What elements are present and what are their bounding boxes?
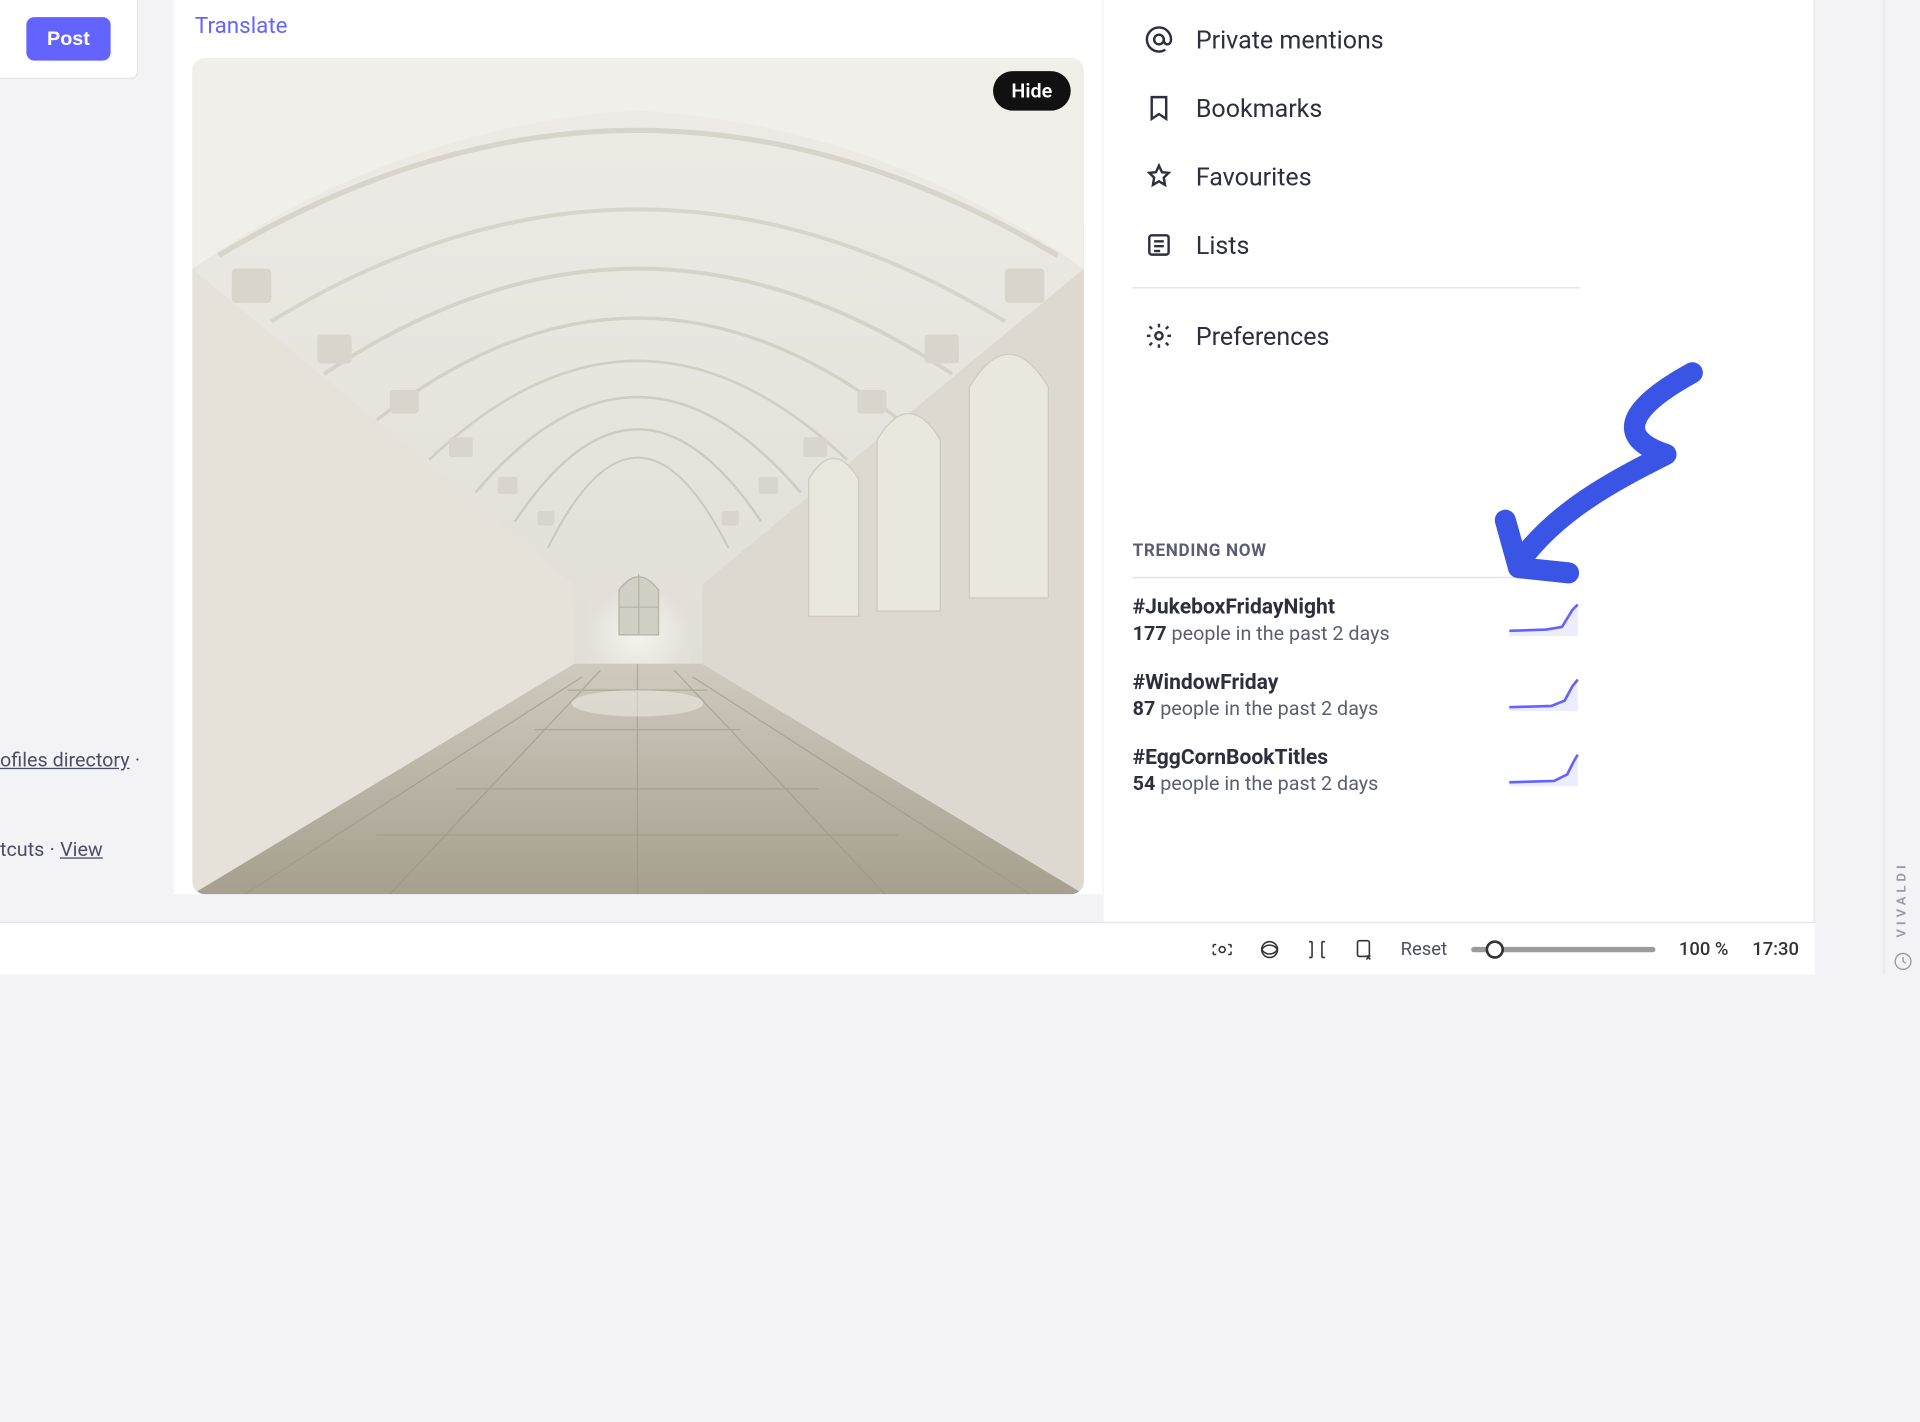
post-column: Translate [174,0,1102,894]
trending-count: 87 [1133,697,1156,721]
hide-media-button[interactable]: Hide [993,71,1071,111]
trending-title: TRENDING NOW [1133,528,1581,578]
sparkline-icon [1507,601,1581,638]
nav-label: Private mentions [1196,24,1384,54]
compose-rail: Post [0,0,138,79]
nav-favourites[interactable]: Favourites [1133,142,1786,210]
nav-label: Lists [1196,230,1250,260]
nav-private-mentions[interactable]: Private mentions [1133,5,1786,73]
star-icon [1143,161,1175,193]
profiles-directory-link[interactable]: ofiles directory [0,748,130,772]
trending-item[interactable]: #EggCornBookTitles 54 people in the past… [1133,728,1581,803]
trending-item[interactable]: #JukeboxFridayNight 177 people in the pa… [1133,578,1581,653]
page-gutter [0,975,1920,1080]
trending-tag: #JukeboxFridayNight [1133,594,1390,619]
trending-section: TRENDING NOW #JukeboxFridayNight 177 peo… [1133,528,1581,803]
at-icon [1143,24,1175,56]
vivaldi-label: VIVALDI [1895,861,1909,937]
trending-sub: people in the past 2 days [1160,772,1378,796]
page-actions-icon[interactable] [1351,936,1377,962]
gear-icon [1143,320,1175,352]
footer-links-2: tcuts·View [0,838,158,862]
trending-sub: people in the past 2 days [1160,697,1378,721]
post-button[interactable]: Post [26,17,111,60]
bookmark-icon [1143,92,1175,124]
post-image[interactable]: Hide [192,58,1084,894]
clock-icon[interactable] [1892,951,1913,977]
sparkline-icon [1507,676,1581,713]
zoom-value: 100 % [1679,938,1729,959]
nav-label: Favourites [1196,161,1312,191]
browser-statusbar: Reset 100 % 17:30 [0,922,1815,975]
nav-bookmarks[interactable]: Bookmarks [1133,74,1786,142]
navigation-column: Private mentions Bookmarks Favourites Li… [1104,0,1815,922]
nav-lists[interactable]: Lists [1133,211,1786,279]
footer-links-1: ofiles directory· [0,748,158,772]
tiling-icon[interactable] [1256,936,1282,962]
content-right-border [1802,0,1815,922]
zoom-reset-button[interactable]: Reset [1401,938,1447,959]
capture-icon[interactable] [1208,936,1234,962]
sparkline-icon [1507,751,1581,788]
trending-item[interactable]: #WindowFriday 87 people in the past 2 da… [1133,653,1581,728]
nav-divider [1133,287,1581,288]
image-toggle-icon[interactable] [1303,936,1329,962]
zoom-slider-thumb[interactable] [1485,940,1503,958]
trending-tag: #WindowFriday [1133,669,1379,694]
statusbar-clock: 17:30 [1752,938,1799,959]
list-icon [1143,229,1175,261]
translate-link[interactable]: Translate [174,0,1102,58]
trending-count: 177 [1133,622,1167,646]
trending-tag: #EggCornBookTitles [1133,744,1379,769]
nav-preferences[interactable]: Preferences [1133,302,1786,370]
nav-label: Preferences [1196,321,1330,351]
zoom-slider[interactable] [1471,946,1655,951]
vivaldi-panel-rail: VIVALDI [1883,0,1920,1001]
view-link[interactable]: View [60,838,103,862]
trending-count: 54 [1133,772,1156,796]
nav-label: Bookmarks [1196,93,1322,123]
shortcuts-text: tcuts [0,838,44,862]
trending-sub: people in the past 2 days [1172,622,1390,646]
